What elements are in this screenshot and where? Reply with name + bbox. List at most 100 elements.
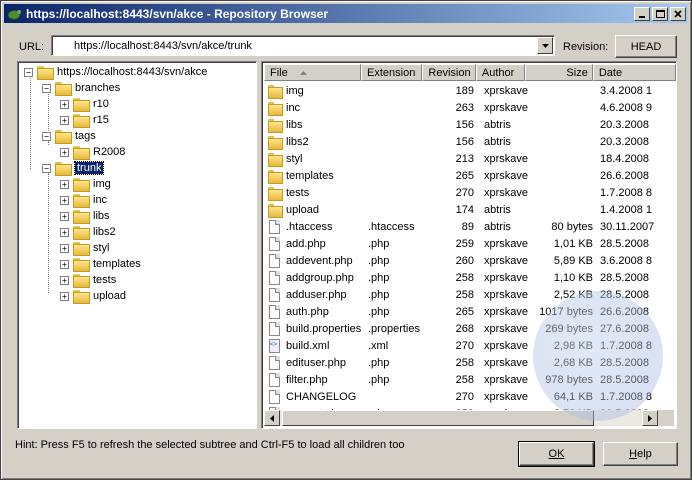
- tree-label: r10: [93, 98, 109, 110]
- collapse-icon[interactable]: −: [42, 131, 51, 141]
- table-row[interactable]: templates 265 xprskave 26.6.2008: [264, 167, 676, 184]
- file-name: edituser.php: [286, 356, 346, 369]
- column-header-author[interactable]: Author: [475, 64, 526, 81]
- expand-icon[interactable]: +: [60, 259, 69, 269]
- cell-size: 1,10 KB: [553, 271, 593, 284]
- table-row[interactable]: inc 263 xprskave 4.6.2008 9: [264, 99, 676, 116]
- maximize-button[interactable]: [652, 6, 668, 21]
- column-header-date[interactable]: Date: [592, 64, 676, 81]
- expand-icon[interactable]: +: [60, 291, 69, 301]
- tree-label: branches: [75, 82, 121, 94]
- column-header-revision[interactable]: Revision: [422, 64, 476, 81]
- file-list[interactable]: File Extension Revision Author Size Date…: [261, 61, 677, 429]
- cell-author: xprskave: [484, 356, 528, 369]
- file-icon: [269, 304, 280, 319]
- scroll-left-button[interactable]: [264, 410, 280, 426]
- tree-item-r10[interactable]: + r10: [60, 96, 109, 112]
- cell-file: tests: [264, 185, 362, 201]
- table-row[interactable]: filter.php .php 258 xprskave 978 bytes 28.5.2…: [264, 371, 676, 388]
- repository-tree[interactable]: − https://localhost:8443/svn/akce − bran…: [17, 61, 257, 429]
- column-header-file[interactable]: File: [264, 64, 362, 81]
- cell-revision: 259: [455, 237, 474, 250]
- minimize-button[interactable]: [634, 6, 650, 21]
- table-row[interactable]: libs 156 abtris 20.3.2008: [264, 116, 676, 133]
- tree-item-img[interactable]: + img: [60, 176, 111, 192]
- tree-item-tests[interactable]: + tests: [60, 272, 116, 288]
- close-button[interactable]: [670, 6, 686, 21]
- tree-item-trunk[interactable]: − trunk: [42, 160, 105, 176]
- expand-icon[interactable]: +: [60, 211, 69, 221]
- tree-item-r2008[interactable]: + R2008: [60, 144, 125, 160]
- tree-item-libs[interactable]: + libs: [60, 208, 110, 224]
- table-row[interactable]: edituser.php .php 258 xprskave 2,68 KB 28.5.2…: [264, 354, 676, 371]
- tree-item-tags[interactable]: − tags: [42, 128, 96, 144]
- table-row[interactable]: libs2 156 abtris 20.3.2008: [264, 133, 676, 150]
- table-row[interactable]: CHANGELOG 270 xprskave 64,1 KB 1.7.2008 8: [264, 388, 676, 405]
- cell-author: xprskave: [484, 169, 528, 182]
- expand-icon[interactable]: +: [60, 195, 69, 205]
- ok-label: OK: [548, 448, 565, 460]
- revision-head-button[interactable]: HEAD: [615, 35, 677, 58]
- tree-item-styl[interactable]: + styl: [60, 240, 110, 256]
- expand-icon[interactable]: +: [60, 147, 69, 157]
- tree-label: styl: [93, 242, 110, 254]
- column-label: Size: [566, 66, 588, 79]
- cell-date: 28.5.2008: [600, 237, 649, 250]
- file-name: upload: [286, 203, 320, 216]
- collapse-icon[interactable]: −: [42, 163, 51, 173]
- tree-item-r15[interactable]: + r15: [60, 112, 109, 128]
- table-row[interactable]: upload 174 abtris 1.4.2008 1: [264, 201, 676, 218]
- expand-icon[interactable]: +: [60, 275, 69, 285]
- file-name: .htaccess: [286, 220, 333, 233]
- file-name: auth.php: [286, 305, 329, 318]
- table-row[interactable]: build.xml .xml 270 xprskave 2,98 KB 1.7.2008 …: [264, 337, 676, 354]
- table-row[interactable]: add.php .php 259 xprskave 1,01 KB 28.5.2008: [264, 235, 676, 252]
- url-combobox[interactable]: https://localhost:8443/svn/akce/trunk: [51, 35, 555, 56]
- tree-line: [30, 76, 31, 169]
- cell-author: abtris: [484, 220, 511, 233]
- tree-item-branches[interactable]: − branches: [42, 80, 120, 96]
- url-value[interactable]: https://localhost:8443/svn/akce/trunk: [74, 40, 252, 52]
- tree-item-inc[interactable]: + inc: [60, 192, 107, 208]
- tree-item-libs2[interactable]: + libs2: [60, 224, 116, 240]
- cell-author: xprskave: [484, 254, 528, 267]
- table-row[interactable]: addevent.php .php 260 xprskave 5,89 KB 3.6.20…: [264, 252, 676, 269]
- cell-revision: 270: [455, 186, 474, 199]
- cell-date: 30.11.2007: [600, 220, 655, 233]
- tree-item-templates[interactable]: + templates: [60, 256, 141, 272]
- table-row[interactable]: build.properties .properties 268 xprskave 26…: [264, 320, 676, 337]
- tree-label: img: [93, 178, 111, 190]
- column-header-extension[interactable]: Extension: [361, 64, 423, 81]
- help-label: Help: [629, 448, 652, 460]
- expand-icon[interactable]: +: [60, 99, 69, 109]
- collapse-icon[interactable]: −: [24, 67, 33, 77]
- tree-item-root[interactable]: − https://localhost:8443/svn/akce: [24, 64, 207, 80]
- tree-item-upload[interactable]: + upload: [60, 288, 126, 304]
- scroll-right-button[interactable]: [642, 410, 658, 426]
- column-header-size[interactable]: Size: [525, 64, 593, 81]
- expand-icon[interactable]: +: [60, 115, 69, 125]
- collapse-icon[interactable]: −: [42, 83, 51, 93]
- expand-icon[interactable]: +: [60, 227, 69, 237]
- cell-extension: .htaccess: [368, 220, 415, 233]
- table-row[interactable]: styl 213 xprskave 18.4.2008: [264, 150, 676, 167]
- table-row[interactable]: img 189 xprskave 3.4.2008 1: [264, 82, 676, 99]
- table-row[interactable]: .htaccess .htaccess 89 abtris 80 bytes 30.11.…: [264, 218, 676, 235]
- url-dropdown-button[interactable]: [537, 37, 553, 54]
- table-row[interactable]: adduser.php .php 258 xprskave 2,52 KB 28.5.20…: [264, 286, 676, 303]
- expand-icon[interactable]: +: [60, 243, 69, 253]
- cell-date: 3.4.2008 1: [600, 84, 652, 97]
- table-row[interactable]: auth.php .php 265 xprskave 1017 bytes 26.6.20…: [264, 303, 676, 320]
- folder-icon: [73, 114, 90, 128]
- window-title: https://localhost:8443/svn/akce - Reposi…: [26, 6, 329, 21]
- help-button[interactable]: Help: [603, 442, 678, 466]
- table-row[interactable]: addgroup.php .php 258 xprskave 1,10 KB 28.5.2…: [264, 269, 676, 286]
- ok-button[interactable]: OK: [518, 441, 595, 467]
- cell-date: 26.6.2008: [600, 169, 649, 182]
- table-row[interactable]: tests 270 xprskave 1.7.2008 8: [264, 184, 676, 201]
- horizontal-scrollbar[interactable]: [264, 410, 658, 426]
- scroll-thumb[interactable]: [282, 410, 594, 426]
- expand-icon[interactable]: +: [60, 179, 69, 189]
- cell-revision: 89: [461, 220, 474, 233]
- cell-revision: 263: [455, 101, 474, 114]
